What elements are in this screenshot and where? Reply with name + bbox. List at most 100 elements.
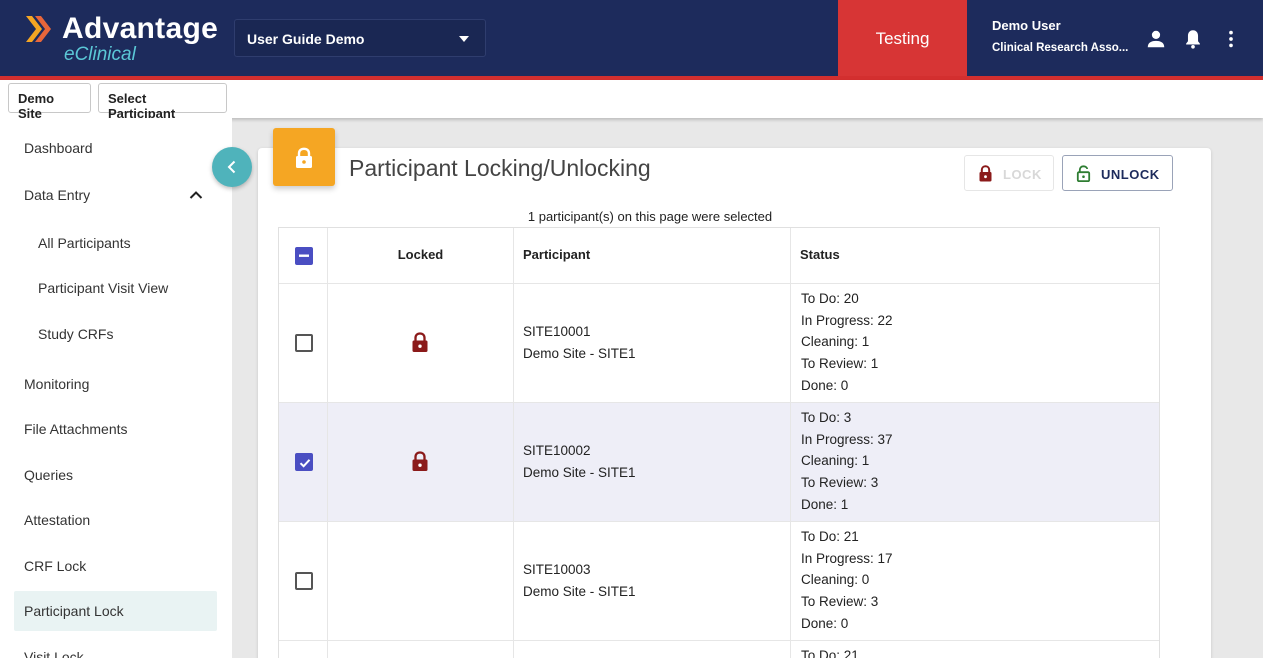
row-divider [279, 640, 1159, 641]
sidebar-item-label: Monitoring [24, 376, 90, 392]
chevron-up-icon [189, 191, 203, 199]
participant-site: Demo Site - SITE1 [523, 464, 636, 480]
more-vert-icon[interactable] [1220, 28, 1242, 50]
chevron-left-icon [227, 160, 236, 174]
status-todo: To Do: 21 [801, 648, 859, 658]
row-checkbox[interactable] [295, 334, 313, 352]
status-in-progress: In Progress: 37 [801, 431, 893, 447]
unlock-button[interactable]: UNLOCK [1062, 155, 1173, 191]
sidebar-item-monitoring[interactable]: Monitoring [14, 364, 217, 404]
minus-icon [299, 254, 309, 257]
logo-wordmark: Advantage [62, 12, 219, 45]
sidebar-item-file-attachments[interactable]: File Attachments [14, 409, 217, 449]
card-header-icon [273, 128, 335, 186]
person-icon[interactable] [1145, 28, 1167, 50]
status-cell: To Do: 21 In Progress: 17 Cleaning: 0 To… [801, 526, 893, 635]
row-checkbox[interactable] [295, 572, 313, 590]
participant-chip[interactable]: Select Participant [98, 83, 227, 121]
bell-icon[interactable] [1182, 28, 1204, 50]
participant-id: SITE10003 [523, 562, 591, 577]
column-divider [513, 228, 514, 658]
participant-id: SITE10001 [523, 324, 591, 339]
select-all-checkbox[interactable] [295, 247, 313, 265]
sidebar-item-label: File Attachments [24, 421, 128, 437]
status-todo: To Do: 21 [801, 529, 859, 544]
sidebar-item-label: Study CRFs [38, 326, 114, 342]
participant-table: Locked Participant Status SITE10001 Demo… [278, 227, 1160, 658]
unlock-button-label: UNLOCK [1101, 167, 1160, 182]
app-logo[interactable]: Advantage eClinical [24, 12, 224, 66]
context-bar: Demo Site Select Participant [0, 80, 1263, 121]
site-chip[interactable]: Demo Site [8, 83, 91, 121]
table-row[interactable]: To Do: 21 [279, 641, 1159, 658]
sidebar-item-all-participants[interactable]: All Participants [14, 223, 217, 263]
check-icon [299, 459, 311, 468]
sidebar-item-label: Dashboard [24, 140, 93, 156]
table-row[interactable]: SITE10003 Demo Site - SITE1 To Do: 21 In… [279, 522, 1159, 641]
sidebar-item-label: Queries [24, 467, 74, 483]
participant-cell: SITE10003 Demo Site - SITE1 [523, 559, 636, 602]
column-divider [790, 228, 791, 658]
sidebar-item-attestation[interactable]: Attestation [14, 500, 217, 540]
unlock-icon [1076, 165, 1091, 182]
status-to-review: To Review: 3 [801, 475, 879, 491]
row-divider [279, 402, 1159, 403]
sidebar-item-label: CRF Lock [24, 558, 87, 574]
sidebar-item-queries[interactable]: Queries [14, 455, 217, 495]
column-header-status[interactable]: Status [800, 228, 1150, 284]
sidebar-item-crf-lock[interactable]: CRF Lock [14, 546, 217, 586]
sidebar-item-dashboard[interactable]: Dashboard [14, 128, 217, 168]
logo-subtitle: eClinical [64, 44, 136, 65]
status-done: Done: 1 [801, 496, 849, 512]
status-cleaning: Cleaning: 1 [801, 453, 870, 469]
participant-site: Demo Site - SITE1 [523, 583, 636, 599]
study-selector[interactable]: User Guide Demo [234, 19, 486, 57]
sidebar-collapse-button[interactable] [212, 147, 252, 187]
sidebar-item-label: Participant Visit View [38, 280, 169, 296]
status-cell: To Do: 21 [801, 645, 859, 658]
sidebar-item-label: Participant Lock [24, 603, 124, 619]
sidebar-item-participant-lock[interactable]: Participant Lock [14, 591, 217, 631]
status-to-review: To Review: 3 [801, 594, 879, 610]
lock-icon [412, 451, 428, 471]
status-done: Done: 0 [801, 377, 849, 393]
table-row[interactable]: SITE10002 Demo Site - SITE1 To Do: 3 In … [279, 403, 1159, 522]
row-checkbox[interactable] [295, 453, 313, 471]
sidebar-item-label: Attestation [24, 512, 91, 528]
column-header-participant[interactable]: Participant [523, 228, 793, 284]
status-to-review: To Review: 1 [801, 356, 879, 372]
lock-button-label: LOCK [1003, 167, 1042, 182]
participant-cell: SITE10001 Demo Site - SITE1 [523, 321, 636, 364]
status-in-progress: In Progress: 17 [801, 550, 893, 566]
participant-id: SITE10002 [523, 443, 591, 458]
status-cell: To Do: 20 In Progress: 22 Cleaning: 1 To… [801, 288, 893, 397]
sidebar-item-study-crfs[interactable]: Study CRFs [14, 314, 217, 354]
column-header-locked[interactable]: Locked [328, 228, 513, 284]
caret-down-icon [459, 36, 469, 42]
participant-site: Demo Site - SITE1 [523, 345, 636, 361]
status-cell: To Do: 3 In Progress: 37 Cleaning: 1 To … [801, 407, 893, 516]
study-selector-label: User Guide Demo [247, 31, 365, 47]
top-bar: Advantage eClinical User Guide Demo Test… [0, 0, 1263, 76]
user-name: Demo User [992, 18, 1061, 33]
status-todo: To Do: 3 [801, 410, 852, 425]
sidebar: Dashboard Data Entry All Participants Pa… [0, 118, 232, 658]
row-divider [279, 521, 1159, 522]
status-in-progress: In Progress: 22 [801, 312, 893, 328]
participant-cell: SITE10002 Demo Site - SITE1 [523, 440, 636, 483]
column-divider [327, 228, 328, 658]
environment-badge: Testing [838, 0, 967, 76]
user-role: Clinical Research Asso... [992, 42, 1129, 54]
table-row[interactable]: SITE10001 Demo Site - SITE1 To Do: 20 In… [279, 284, 1159, 403]
status-todo: To Do: 20 [801, 291, 859, 306]
sidebar-item-participant-visit-view[interactable]: Participant Visit View [14, 268, 217, 308]
lock-icon [296, 147, 312, 168]
logo-chevron-icon [26, 16, 51, 42]
sidebar-item-label: All Participants [38, 235, 131, 251]
lock-button[interactable]: LOCK [964, 155, 1054, 191]
status-cleaning: Cleaning: 1 [801, 334, 870, 350]
lock-icon [412, 332, 428, 352]
status-done: Done: 0 [801, 615, 849, 631]
sidebar-item-visit-lock[interactable]: Visit Lock [14, 637, 217, 658]
sidebar-item-data-entry[interactable]: Data Entry [14, 175, 217, 215]
